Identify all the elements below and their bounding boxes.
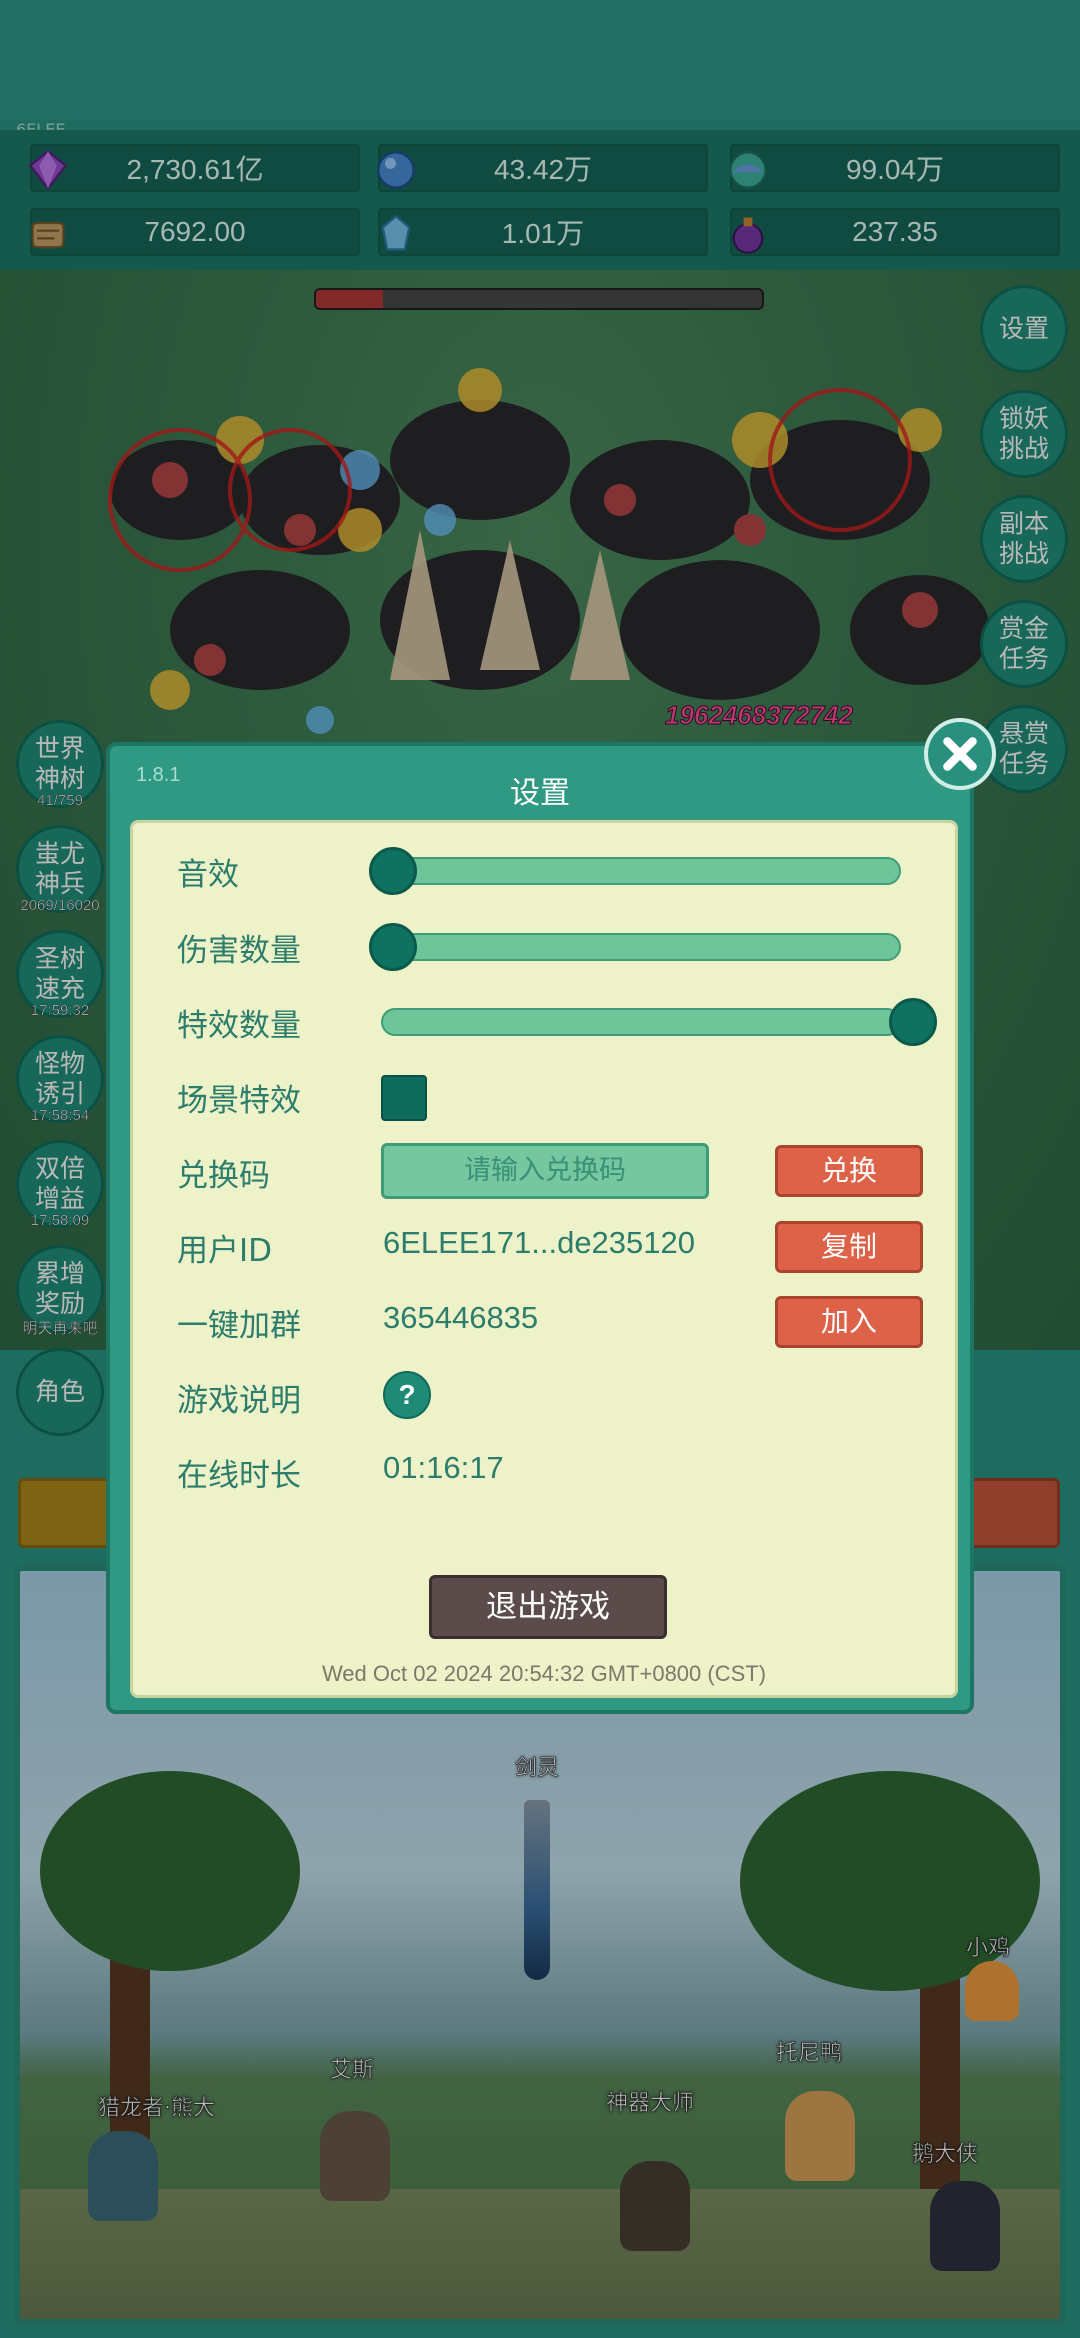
exit-game-button[interactable]: 退出游戏: [429, 1575, 667, 1639]
settings-dialog: 1.8.1 设置 音效 伤害数量 特效数量 场景特效 兑换码 请输入兑换码 兑换…: [106, 742, 974, 1714]
sound-slider[interactable]: [381, 857, 901, 885]
close-button[interactable]: [924, 718, 996, 790]
redeem-code-label: 兑换码: [177, 1158, 270, 1194]
redeem-code-input[interactable]: 请输入兑换码: [381, 1143, 709, 1199]
sound-label: 音效: [177, 857, 239, 893]
dialog-title: 设置: [510, 776, 570, 811]
help-icon[interactable]: ?: [383, 1371, 431, 1419]
user-id-label: 用户ID: [177, 1233, 273, 1269]
user-id-value: 6ELEE171...de235120: [383, 1225, 695, 1260]
game-info-label: 游戏说明: [177, 1383, 301, 1419]
redeem-button[interactable]: 兑换: [775, 1145, 923, 1197]
damage-count-label: 伤害数量: [177, 933, 301, 969]
online-time-value: 01:16:17: [383, 1450, 504, 1485]
damage-count-slider[interactable]: [381, 933, 901, 961]
effect-count-slider-knob[interactable]: [889, 998, 937, 1046]
group-number: 365446835: [383, 1300, 539, 1335]
effect-count-slider[interactable]: [381, 1008, 901, 1036]
settings-panel: 音效 伤害数量 特效数量 场景特效 兑换码 请输入兑换码 兑换 用户ID 6EL…: [130, 820, 958, 1698]
copy-button[interactable]: 复制: [775, 1221, 923, 1273]
effect-count-label: 特效数量: [177, 1008, 301, 1044]
close-icon: [943, 737, 977, 771]
timestamp: Wed Oct 02 2024 20:54:32 GMT+0800 (CST): [321, 1661, 767, 1686]
online-time-label: 在线时长: [177, 1458, 301, 1494]
scene-effect-label: 场景特效: [177, 1083, 301, 1119]
sound-slider-knob[interactable]: [369, 847, 417, 895]
join-button[interactable]: 加入: [775, 1296, 923, 1348]
scene-effect-checkbox[interactable]: [381, 1075, 427, 1121]
join-group-label: 一键加群: [177, 1308, 301, 1344]
damage-count-slider-knob[interactable]: [369, 923, 417, 971]
